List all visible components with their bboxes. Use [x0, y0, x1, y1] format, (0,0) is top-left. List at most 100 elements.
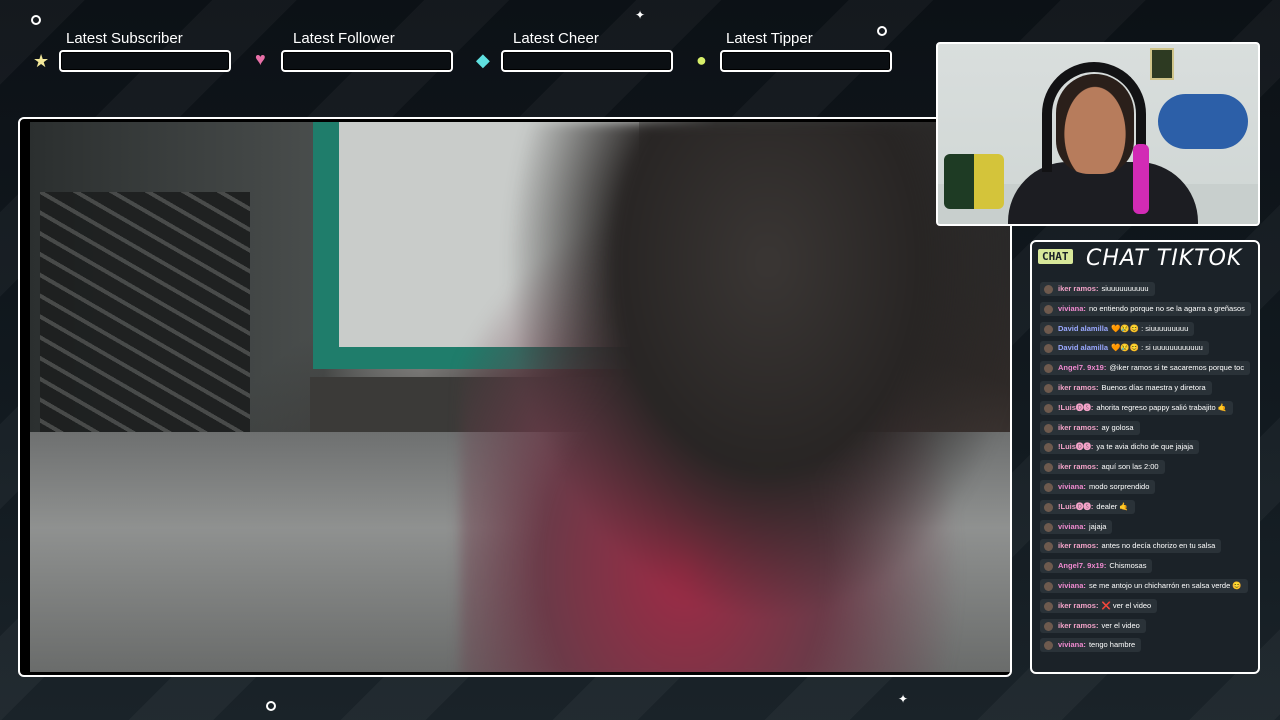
- chat-username: viviana:: [1058, 303, 1086, 313]
- chat-header: CHAT CHAT TIKTOK: [1038, 246, 1252, 272]
- chat-message: David alamilla 🧡😢😊 : siuuuuuuuuu: [1040, 321, 1256, 336]
- chat-text: tengo hambre: [1088, 640, 1136, 650]
- chat-username: iker ramos:: [1058, 600, 1099, 610]
- avatar: [1044, 641, 1053, 651]
- alert-value-box: [501, 50, 673, 72]
- webcam-plush: [1158, 94, 1248, 149]
- avatar: [1044, 601, 1053, 611]
- chat-text: dealer 🤙: [1096, 501, 1129, 511]
- gem-icon: ◆: [476, 50, 490, 70]
- deco-dot: [877, 26, 887, 36]
- chat-message-bubble: iker ramos: ❌ ver el video: [1040, 598, 1158, 613]
- avatar: [1044, 443, 1053, 453]
- avatar: [1044, 285, 1053, 294]
- chat-username: !Luis🅞🅢:: [1058, 402, 1094, 412]
- chat-message: Angel7. 9x19: Chismosas: [1040, 559, 1256, 574]
- deco-dot: [266, 701, 276, 711]
- chat-message-bubble: iker ramos: antes no decía chorizo en tu …: [1040, 539, 1222, 554]
- chat-username: Angel7. 9x19:: [1058, 561, 1107, 571]
- avatar: [1044, 522, 1053, 532]
- alert-title: Latest Tipper: [726, 30, 813, 47]
- webcam-microphone: [1133, 144, 1149, 214]
- chat-message: iker ramos: siuuuuuuuuuu: [1040, 282, 1256, 296]
- chat-message-bubble: iker ramos: aquí son las 2:00: [1040, 460, 1165, 475]
- sparkle-icon: ✦: [635, 8, 646, 22]
- avatar: [1044, 403, 1053, 413]
- chat-message-bubble: iker ramos: siuuuuuuuuuu: [1040, 282, 1155, 296]
- alert-value-box: [281, 50, 453, 72]
- chat-message-bubble: David alamilla 🧡😢😊 : siuuuuuuuuu: [1040, 321, 1195, 336]
- avatar: [1044, 383, 1053, 393]
- chat-text: modo sorprendido: [1088, 481, 1150, 491]
- chat-tag: CHAT: [1038, 249, 1073, 264]
- avatar: [1044, 621, 1053, 631]
- chat-text: @iker ramos si te sacaremos porque toc: [1109, 363, 1245, 373]
- chat-message-bubble: David alamilla 🧡😢😊 : si uuuuuuuuuuuu: [1040, 341, 1209, 356]
- star-icon: ★: [33, 51, 50, 71]
- chat-message-bubble: Angel7. 9x19: Chismosas: [1040, 559, 1153, 574]
- chat-message: !Luis🅞🅢: ya te avia dicho de que jajaja: [1040, 440, 1256, 455]
- alert-title: Latest Subscriber: [66, 30, 183, 47]
- chat-message: iker ramos: antes no decía chorizo en tu …: [1040, 539, 1256, 554]
- chat-message: iker ramos: ❌ ver el video: [1040, 598, 1256, 613]
- chat-message: Angel7. 9x19: @iker ramos si te sacaremos…: [1040, 361, 1256, 376]
- chat-message-bubble: !Luis🅞🅢: ahorita regreso pappy salió trab…: [1040, 400, 1234, 415]
- chat-message: !Luis🅞🅢: dealer 🤙: [1040, 499, 1256, 514]
- avatar: [1044, 581, 1053, 591]
- chat-text: Buenos días maestra y diretora: [1101, 382, 1206, 392]
- avatar: [1044, 304, 1053, 314]
- chat-text: se me antojo un chicharrón en salsa verd…: [1088, 580, 1242, 590]
- chat-message-bubble: !Luis🅞🅢: dealer 🤙: [1040, 499, 1135, 514]
- chat-message: iker ramos: ver el video: [1040, 618, 1256, 633]
- chat-message: viviana: se me antojo un chicharrón en sa…: [1040, 578, 1256, 593]
- chat-username: viviana:: [1058, 481, 1086, 491]
- avatar: [1044, 364, 1053, 374]
- deco-dot: [31, 15, 41, 25]
- chat-username: David alamilla: [1058, 343, 1109, 353]
- chat-message: iker ramos: aquí son las 2:00: [1040, 460, 1256, 475]
- chat-text: ya te avia dicho de que jajaja: [1096, 442, 1194, 452]
- chat-text: ay golosa: [1101, 422, 1134, 432]
- chat-message-bubble: iker ramos: Buenos días maestra y diretor…: [1040, 380, 1212, 395]
- chat-text: ver el video: [1101, 620, 1140, 630]
- chat-message-bubble: Angel7. 9x19: @iker ramos si te sacaremos…: [1040, 361, 1251, 376]
- chat-text: ahorita regreso pappy salió trabajito 🤙: [1096, 402, 1228, 412]
- avatar: [1044, 423, 1053, 433]
- webcam-headset: [1042, 62, 1146, 172]
- chat-username: iker ramos:: [1058, 462, 1099, 472]
- avatar: [1044, 324, 1053, 334]
- chat-text: aquí son las 2:00: [1101, 462, 1159, 472]
- chat-username: Angel7. 9x19:: [1058, 363, 1107, 373]
- chat-text: no entiendo porque no se la agarra a gre…: [1088, 303, 1245, 313]
- chat-username: David alamilla: [1058, 323, 1109, 333]
- avatar: [1044, 344, 1053, 354]
- chat-panel: CHAT CHAT TIKTOK iker ramos: siuuuuuuuuuu…: [1030, 240, 1260, 674]
- chat-username: iker ramos:: [1058, 382, 1099, 392]
- avatar: [1044, 502, 1053, 512]
- video-player[interactable]: [30, 122, 1010, 672]
- chat-username: iker ramos:: [1058, 422, 1099, 432]
- chat-message-bubble: viviana: tengo hambre: [1040, 638, 1142, 653]
- alert-value-box: [720, 50, 892, 72]
- chat-message-list[interactable]: iker ramos: siuuuuuuuuuu viviana: no entien…: [1040, 282, 1256, 658]
- chat-message: viviana: tengo hambre: [1040, 638, 1256, 653]
- chat-message-bubble: viviana: modo sorprendido: [1040, 479, 1156, 494]
- chat-username: iker ramos:: [1058, 284, 1099, 293]
- webcam-toys: [944, 154, 1004, 209]
- chat-username: viviana:: [1058, 521, 1086, 531]
- chat-message: David alamilla 🧡😢😊 : si uuuuuuuuuuuu: [1040, 341, 1256, 356]
- chat-text: antes no decía chorizo en tu salsa: [1101, 541, 1216, 551]
- webcam-wall-frame: [1150, 48, 1174, 80]
- chat-username: !Luis🅞🅢:: [1058, 501, 1094, 511]
- chat-message-bubble: !Luis🅞🅢: ya te avia dicho de que jajaja: [1040, 440, 1200, 455]
- coin-icon: ●: [696, 50, 707, 70]
- webcam-feed: [936, 42, 1260, 226]
- chat-message: iker ramos: ay golosa: [1040, 420, 1256, 435]
- alert-title: Latest Cheer: [513, 30, 599, 47]
- chat-message-bubble: iker ramos: ay golosa: [1040, 420, 1140, 435]
- chat-text: 🧡😢😊 : si uuuuuuuuuuuu: [1111, 343, 1203, 353]
- video-scene-green-trim: [313, 122, 339, 367]
- avatar: [1044, 542, 1053, 552]
- chat-text: Chismosas: [1109, 561, 1147, 571]
- alert-value-box: [59, 50, 231, 72]
